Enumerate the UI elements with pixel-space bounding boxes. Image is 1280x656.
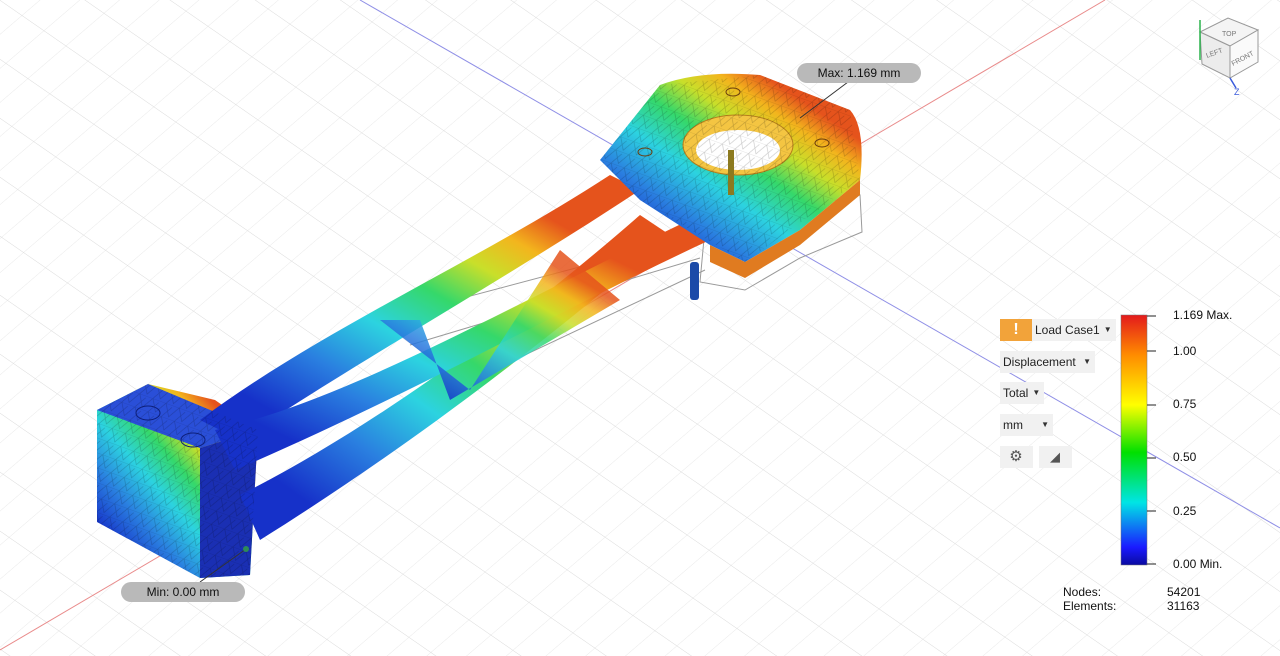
- load-case-dropdown[interactable]: Load Case1 ▼: [1032, 319, 1116, 341]
- nodes-label: Nodes:: [1063, 585, 1102, 599]
- legend-tick: 0.50: [1173, 450, 1197, 464]
- units-label: mm: [1003, 418, 1023, 432]
- load-case-row: ! Load Case1 ▼: [1000, 319, 1116, 341]
- chevron-down-icon: ▼: [1083, 357, 1091, 366]
- units-row: mm ▼: [1000, 414, 1053, 436]
- legend-tick-max: 1.169 Max.: [1173, 308, 1233, 322]
- result-type-row: Displacement ▼: [1000, 351, 1095, 373]
- max-displacement-callout[interactable]: Max: 1.169 mm: [797, 63, 921, 83]
- legend-tick: 1.00: [1173, 344, 1197, 358]
- load-case-label: Load Case1: [1035, 323, 1100, 337]
- legend-tick: 0.25: [1173, 504, 1197, 518]
- gear-icon[interactable]: ⚙: [1000, 446, 1033, 468]
- legend-color-bar: [1120, 314, 1148, 566]
- units-dropdown[interactable]: mm ▼: [1000, 414, 1053, 436]
- tools-row: ⚙ ◢: [1000, 446, 1072, 468]
- chevron-down-icon: ▼: [1041, 420, 1049, 429]
- elements-value: 31163: [1167, 599, 1200, 613]
- chevron-down-icon: ▼: [1032, 388, 1041, 397]
- component-dropdown[interactable]: Total ▼: [1000, 382, 1045, 404]
- viewcube-top-label: TOP: [1222, 31, 1237, 38]
- component-label: Total: [1003, 386, 1029, 400]
- component-row: Total ▼: [1000, 382, 1045, 404]
- chevron-down-icon: ▼: [1103, 325, 1112, 334]
- min-displacement-callout[interactable]: Min: 0.00 mm: [121, 582, 245, 602]
- result-type-label: Displacement: [1003, 355, 1076, 369]
- elements-label: Elements:: [1063, 599, 1117, 613]
- legend-tick-min: 0.00 Min.: [1173, 557, 1223, 571]
- warning-icon[interactable]: !: [1000, 319, 1032, 341]
- result-type-dropdown[interactable]: Displacement ▼: [1000, 351, 1095, 373]
- nodes-value: 54201: [1167, 585, 1201, 599]
- triangle-probe-icon[interactable]: ◢: [1039, 446, 1072, 468]
- viewcube-z-label: Z: [1234, 87, 1240, 97]
- legend-tick: 0.75: [1173, 397, 1197, 411]
- min-point-marker: [243, 546, 249, 552]
